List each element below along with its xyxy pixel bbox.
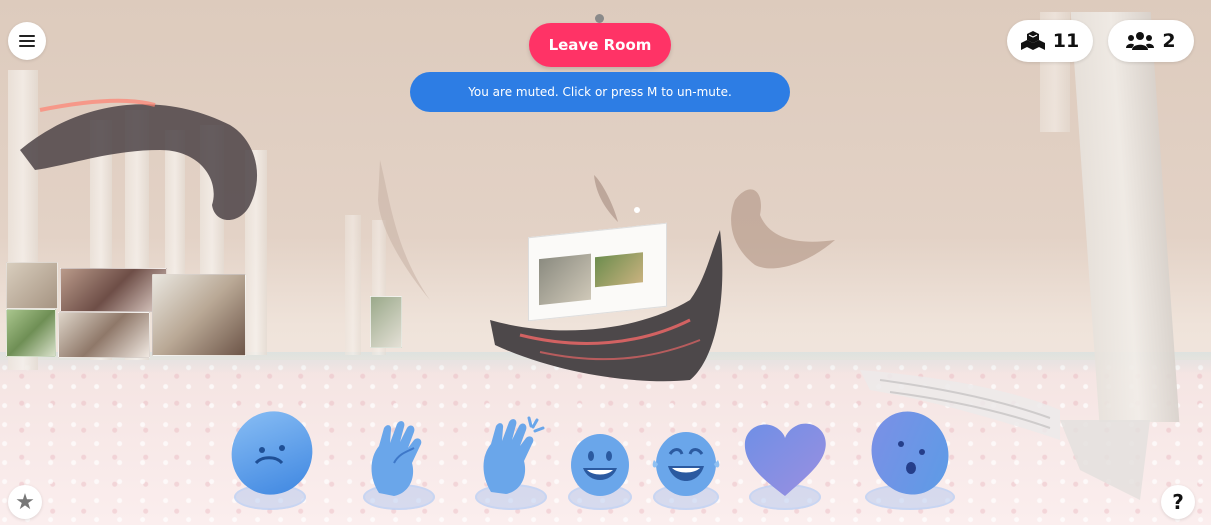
reaction-heart-button[interactable] (735, 405, 835, 510)
star-icon: ★ (15, 489, 35, 515)
reaction-clap-button[interactable] (358, 405, 440, 510)
reaction-laugh-button[interactable] (646, 410, 726, 510)
hamburger-menu-icon (19, 32, 35, 50)
clapping-hands-icon (371, 421, 422, 496)
people-count: 2 (1162, 30, 1176, 52)
drag-handle[interactable] (595, 14, 604, 23)
surprised-face-icon (871, 411, 949, 495)
smile-face-icon (571, 434, 629, 496)
favorite-button[interactable]: ★ (8, 485, 42, 519)
reaction-sad-button[interactable] (220, 400, 320, 510)
sad-face-icon (231, 411, 313, 495)
laugh-face-icon (652, 432, 720, 496)
question-icon: ? (1172, 490, 1184, 514)
reaction-applause-button[interactable] (470, 405, 552, 510)
heart-icon (744, 423, 826, 496)
reaction-surprised-button[interactable] (855, 400, 965, 510)
help-button[interactable]: ? (1161, 485, 1195, 519)
cubes-icon (1020, 31, 1045, 50)
leave-room-button[interactable]: Leave Room (529, 23, 671, 67)
menu-button[interactable] (8, 22, 46, 60)
objects-count: 11 (1052, 30, 1080, 52)
objects-count-button[interactable]: 11 (1007, 20, 1093, 62)
mute-status-banner[interactable]: You are muted. Click or press M to un-mu… (410, 72, 790, 112)
3d-scene-viewport[interactable]: Leave Room You are muted. Click or press… (0, 0, 1211, 525)
applause-hands-icon (483, 416, 545, 494)
reaction-smile-button[interactable] (562, 410, 638, 510)
users-icon (1126, 32, 1155, 50)
people-count-button[interactable]: 2 (1108, 20, 1194, 62)
